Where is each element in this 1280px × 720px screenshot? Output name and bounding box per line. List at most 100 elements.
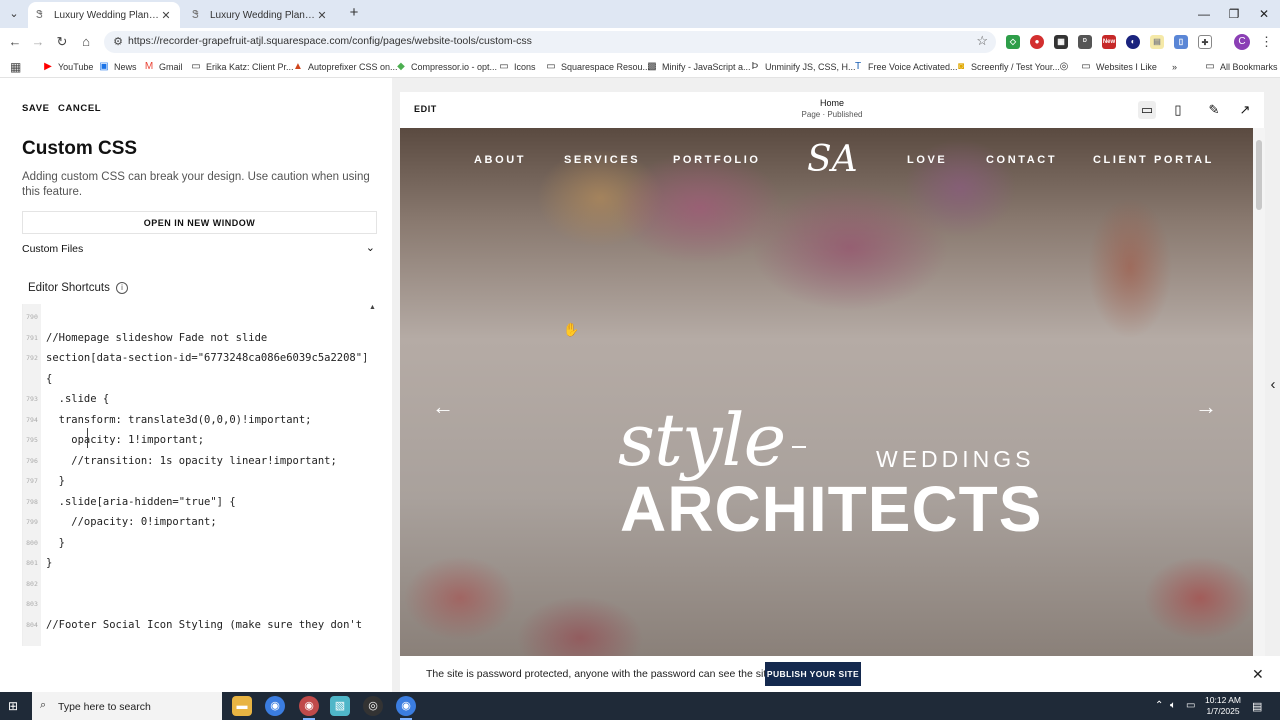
code-line[interactable]: 791 //Homepage slideshow Fade not slide xyxy=(23,328,366,348)
slide-prev-arrow[interactable]: ← xyxy=(432,394,454,420)
file-explorer-icon[interactable]: ▬ xyxy=(232,696,252,716)
address-bar[interactable]: ⚙ https://recorder-grapefruit-atjl.squar… xyxy=(104,31,996,53)
save-button[interactable]: SAVE xyxy=(22,103,50,114)
close-tab-icon[interactable]: ✕ xyxy=(160,9,172,22)
code-line[interactable]: 792 section[data-section-id="6773248ca086… xyxy=(23,348,366,368)
chevron-left-icon[interactable]: ‹ xyxy=(1266,375,1280,395)
css-code-editor[interactable]: 790 791 //Homepage slideshow Fade not slid… xyxy=(22,304,366,646)
code-line[interactable]: 795 opacity: 1!important; xyxy=(23,430,366,450)
tab-search-chevron-icon[interactable]: ⌄ xyxy=(4,4,24,24)
network-icon[interactable]: ▭ xyxy=(1186,700,1195,711)
cancel-button[interactable]: CANCEL xyxy=(58,103,101,114)
extensions-puzzle-icon[interactable]: ✚ xyxy=(1198,35,1212,49)
close-tab-icon[interactable]: ✕ xyxy=(316,9,328,22)
bookmark-erika-katz[interactable]: ▭ Erika Katz: Client Pr... xyxy=(190,59,293,75)
notification-icon[interactable]: ▤ xyxy=(1252,700,1262,713)
browser-tab-2[interactable]: Ꮥ Luxury Wedding Planning & Ev ✕ xyxy=(184,2,336,28)
chrome-profile-icon[interactable]: ◉ xyxy=(299,696,319,720)
bookmark-globe[interactable]: ◎ xyxy=(1058,59,1074,75)
bookmark-gmail[interactable]: M Gmail xyxy=(143,59,183,75)
tray-overflow-icon[interactable]: ⌃ xyxy=(1155,700,1163,711)
taskbar-clock[interactable]: 10:12 AM 1/7/2025 xyxy=(1200,695,1246,717)
bookmark-icons[interactable]: ▭ Icons xyxy=(498,59,535,75)
open-in-new-window-button[interactable]: OPEN IN NEW WINDOW xyxy=(22,211,377,234)
info-icon[interactable]: i xyxy=(116,282,128,294)
code-line[interactable]: { xyxy=(23,369,366,389)
bookmark-unminify[interactable]: Þ Unminify JS, CSS, H... xyxy=(749,59,856,75)
bookmarks-overflow-icon[interactable]: » xyxy=(1172,59,1177,75)
minimize-icon[interactable]: — xyxy=(1190,4,1218,24)
code-line[interactable]: 799 //opacity: 0!important; xyxy=(23,512,366,532)
hero-weddings: WEDDINGS xyxy=(876,446,1035,472)
new-tab-icon[interactable]: + xyxy=(346,5,362,21)
editor-scrollbar[interactable]: ▲ xyxy=(366,304,378,646)
windows-start-icon[interactable]: ⊞ xyxy=(8,699,22,713)
nav-love[interactable]: LOVE xyxy=(907,154,947,166)
site-logo[interactable]: SA xyxy=(807,140,858,180)
forward-icon[interactable]: → xyxy=(28,32,48,52)
expand-preview-icon[interactable]: ↗ xyxy=(1236,101,1254,119)
desktop-view-icon[interactable]: ▭ xyxy=(1138,101,1156,119)
close-banner-icon[interactable]: ✕ xyxy=(1252,666,1264,683)
code-line[interactable]: 798 .slide[aria-hidden="true"] { xyxy=(23,492,366,512)
volume-icon[interactable]: 🔈︎ xyxy=(1170,700,1176,711)
code-line[interactable]: 804 //Footer Social Icon Styling (make su… xyxy=(23,615,366,635)
nav-contact[interactable]: CONTACT xyxy=(986,154,1057,166)
extension-dev-icon[interactable]: ᴰ xyxy=(1078,35,1092,49)
scroll-up-icon[interactable]: ▲ xyxy=(369,304,376,311)
code-line[interactable]: 793 .slide { xyxy=(23,389,366,409)
bookmark-screenfly[interactable]: ◙ Screenfly / Test Your... xyxy=(955,59,1060,75)
code-line[interactable]: 803 xyxy=(23,594,366,614)
reload-icon[interactable]: ↻ xyxy=(52,32,72,52)
mobile-view-icon[interactable]: ▯ xyxy=(1169,101,1187,119)
bookmark-websites[interactable]: ▭ Websites I Like xyxy=(1080,59,1157,75)
slide-next-arrow[interactable]: → xyxy=(1195,394,1217,420)
nav-about[interactable]: ABOUT xyxy=(474,154,526,166)
custom-files-toggle[interactable]: Custom Files ⌄ xyxy=(22,242,377,259)
code-line[interactable]: 794 transform: translate3d(0,0,0)!import… xyxy=(23,410,366,430)
site-info-icon[interactable]: ⚙ xyxy=(110,34,126,50)
bookmark-youtube[interactable]: ▶ YouTube xyxy=(42,59,93,75)
all-bookmarks[interactable]: ▭ All Bookmarks xyxy=(1204,59,1277,75)
notes-app-icon[interactable]: ▧ xyxy=(330,696,350,716)
bookmark-voice[interactable]: T Free Voice Activated... xyxy=(852,59,958,75)
extension-red-icon[interactable]: ● xyxy=(1030,35,1044,49)
nav-client-portal[interactable]: CLIENT PORTAL xyxy=(1093,154,1214,166)
bookmark-autoprefixer[interactable]: ▲ Autoprefixer CSS on... xyxy=(292,59,398,75)
profile-avatar[interactable]: C xyxy=(1234,34,1250,50)
bookmark-squarespace-resources[interactable]: ▭ Squarespace Resou... xyxy=(545,59,650,75)
recorder-app-icon[interactable]: ◎ xyxy=(363,696,383,716)
code-line[interactable]: 790 xyxy=(23,307,366,327)
chrome-icon[interactable]: ◉ xyxy=(265,696,285,716)
extension-new-icon[interactable]: New xyxy=(1102,35,1116,49)
scroll-thumb[interactable] xyxy=(1256,140,1262,210)
close-window-icon[interactable]: ✕ xyxy=(1250,4,1278,24)
chrome-active-icon[interactable]: ◉ xyxy=(396,696,416,720)
code-line[interactable]: 800 } xyxy=(23,533,366,553)
code-line[interactable]: 801} xyxy=(23,553,366,573)
bookmark-star-icon[interactable]: ☆ xyxy=(976,33,988,49)
extension-grid-icon[interactable]: ▦ xyxy=(1054,35,1068,49)
browser-menu-icon[interactable]: ⋮ xyxy=(1260,34,1273,50)
design-brush-icon[interactable]: ✎ xyxy=(1205,101,1223,119)
taskbar-search[interactable]: ⌕ Type here to search xyxy=(32,692,222,720)
home-icon[interactable]: ⌂ xyxy=(76,32,96,52)
code-line[interactable]: 802 xyxy=(23,574,366,594)
bookmark-minify[interactable]: ▩ Minify - JavaScript a... xyxy=(646,59,750,75)
bookmark-compressor[interactable]: ◆ Compressor.io - opt... xyxy=(395,59,497,75)
extension-green-icon[interactable]: ◇ xyxy=(1006,35,1020,49)
code-line[interactable]: 796 //transition: 1s opacity linear!impo… xyxy=(23,451,366,471)
nav-portfolio[interactable]: PORTFOLIO xyxy=(673,154,761,166)
preview-scrollbar[interactable] xyxy=(1253,128,1265,656)
code-line[interactable]: 797 } xyxy=(23,471,366,491)
extension-circle-icon[interactable]: ◐ xyxy=(1126,35,1140,49)
restore-icon[interactable]: ❐ xyxy=(1220,4,1248,24)
publish-site-button[interactable]: PUBLISH YOUR SITE xyxy=(765,662,861,686)
back-icon[interactable]: ← xyxy=(5,32,25,52)
browser-tab-1[interactable]: Ꮥ Luxury Wedding Planning & Ev ✕ xyxy=(28,2,180,28)
extension-doc-icon[interactable]: ▯ xyxy=(1174,35,1188,49)
bookmark-news[interactable]: ▣ News xyxy=(98,59,136,75)
nav-services[interactable]: SERVICES xyxy=(564,154,640,166)
apps-grid-icon[interactable]: ▦ xyxy=(10,60,24,74)
extension-note-icon[interactable]: ▤ xyxy=(1150,35,1164,49)
